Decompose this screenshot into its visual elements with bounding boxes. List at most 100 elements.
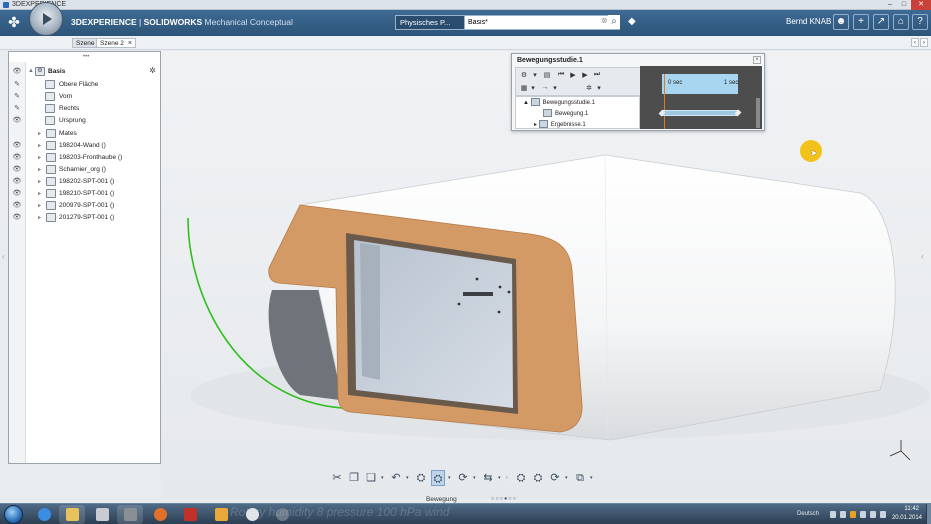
- visibility-icon[interactable]: 👁: [12, 189, 22, 197]
- taskbar-explorer-icon[interactable]: [59, 505, 85, 524]
- expand-icon[interactable]: ▸: [38, 214, 41, 221]
- action-bar-page-dots[interactable]: ○○○●○○: [491, 496, 517, 502]
- play-icon[interactable]: ▶: [568, 71, 578, 79]
- maximize-button[interactable]: □: [897, 0, 911, 10]
- tree-item[interactable]: 👁 ▸ 200979-SPT-001 (): [9, 200, 160, 212]
- cut-icon[interactable]: ✂: [330, 470, 344, 486]
- visibility-icon[interactable]: 👁: [12, 141, 22, 149]
- tray-icon[interactable]: [850, 511, 856, 518]
- panel-handle-icon[interactable]: •••: [83, 54, 89, 60]
- dropdown-icon[interactable]: ▾: [528, 84, 538, 92]
- tree-item[interactable]: 👁 ▸ Scharnier_org (): [9, 164, 160, 176]
- search-icon[interactable]: ⌕: [608, 15, 620, 29]
- search-clear-icon[interactable]: ⊗: [601, 16, 608, 25]
- undo-icon[interactable]: ↶: [389, 470, 403, 486]
- share-icon[interactable]: ↗: [873, 14, 889, 30]
- dropdown-arrow-icon[interactable]: ▾: [473, 470, 478, 488]
- tree-item[interactable]: ✎ Rechts: [9, 103, 160, 115]
- network-icon[interactable]: [870, 511, 876, 518]
- home-icon[interactable]: ⌂: [893, 14, 909, 30]
- motion-active-icon[interactable]: ⛭: [431, 470, 445, 486]
- dropdown-arrow-icon[interactable]: ▾: [498, 470, 503, 488]
- tree-item[interactable]: 👁 Ursprung: [9, 115, 160, 127]
- taskbar-firefox-icon[interactable]: [147, 505, 173, 524]
- expand-icon[interactable]: ▸: [38, 130, 41, 137]
- search-input[interactable]: [465, 15, 620, 30]
- visibility-icon[interactable]: ✎: [12, 80, 22, 88]
- tab-szene-2[interactable]: Szene 2 ×: [96, 38, 136, 48]
- visibility-icon[interactable]: 👁: [12, 201, 22, 209]
- tree-root-basis[interactable]: 👁 ▲ ⚙ Basis: [9, 66, 160, 78]
- clock-time[interactable]: 11:42: [904, 506, 919, 512]
- motion-tree-row[interactable]: Bewegung.1: [543, 109, 588, 120]
- motion-icon[interactable]: ⛭: [414, 470, 428, 486]
- expand-icon[interactable]: ▸: [38, 202, 41, 209]
- expand-icon[interactable]: ▸: [38, 154, 41, 161]
- right-edge-chevron-icon[interactable]: ‹: [921, 252, 924, 261]
- visibility-icon[interactable]: 👁: [12, 213, 22, 221]
- tag-icon[interactable]: ◆: [628, 16, 636, 27]
- taskbar-ie-icon[interactable]: [31, 505, 57, 524]
- dropdown-arrow-icon[interactable]: ▾: [381, 470, 386, 488]
- dropdown-arrow-icon[interactable]: ▾: [448, 470, 453, 488]
- collapse-icon[interactable]: ▲: [523, 100, 529, 106]
- assembly-icon[interactable]: ⛭: [514, 470, 528, 486]
- motion-type-icon[interactable]: ⚙: [519, 71, 529, 79]
- dropdown-arrow-icon[interactable]: ▾: [590, 470, 595, 488]
- keyframe-start[interactable]: [658, 109, 666, 117]
- close-tab-icon[interactable]: ×: [128, 40, 132, 47]
- tree-item[interactable]: ✎ Vorn: [9, 91, 160, 103]
- tree-item[interactable]: 👁 ▸ 198202-SPT-001 (): [9, 176, 160, 188]
- tree-item[interactable]: 👁 ▸ 201279-SPT-001 (): [9, 212, 160, 224]
- nav-prev-icon[interactable]: ‹: [911, 38, 919, 47]
- visibility-icon[interactable]: 👁: [12, 177, 22, 185]
- axis-triad[interactable]: [888, 438, 914, 464]
- link-icon[interactable]: ⇆: [481, 470, 495, 486]
- close-panel-icon[interactable]: ×: [753, 56, 761, 64]
- keyframe-end[interactable]: [734, 109, 742, 117]
- expand-icon[interactable]: ▸: [534, 122, 537, 128]
- playback-mode-icon[interactable]: →: [540, 84, 550, 91]
- user-avatar-icon[interactable]: ☻: [833, 14, 849, 30]
- dropdown-icon[interactable]: ▾: [550, 84, 560, 92]
- expand-icon[interactable]: ▸: [38, 190, 41, 197]
- dropdown-arrow-icon[interactable]: ▾: [406, 470, 411, 488]
- taskbar-solidworks-icon[interactable]: [177, 505, 203, 524]
- copy-icon[interactable]: ❐: [347, 470, 361, 486]
- more-arrow-icon[interactable]: ›: [506, 470, 511, 488]
- timeline-scrollbar[interactable]: [756, 98, 760, 128]
- timeline-cursor[interactable]: [664, 74, 665, 129]
- expand-icon[interactable]: ▸: [38, 142, 41, 149]
- rotate2-icon[interactable]: ⟳: [548, 470, 562, 486]
- minimize-button[interactable]: –: [883, 0, 897, 10]
- clock-date[interactable]: 20.01.2014: [892, 515, 922, 521]
- tray-icon[interactable]: [840, 511, 846, 518]
- search-scope-dropdown[interactable]: Physisches P...: [395, 15, 465, 30]
- visibility-icon[interactable]: 👁: [12, 116, 22, 124]
- eye-icon[interactable]: 👁: [12, 67, 22, 75]
- skip-start-icon[interactable]: ⏮: [556, 71, 566, 79]
- settings-gear-icon[interactable]: ✲: [584, 84, 594, 92]
- taskbar-app-icon[interactable]: [89, 505, 115, 524]
- visibility-icon[interactable]: ✎: [12, 104, 22, 112]
- close-window-button[interactable]: ✕: [911, 0, 931, 10]
- visibility-icon[interactable]: 👁: [12, 165, 22, 173]
- timeline[interactable]: 0 sec 1 sec: [640, 66, 762, 129]
- add-icon[interactable]: +: [853, 14, 869, 30]
- motion-keyframe-bar[interactable]: [658, 109, 742, 117]
- tray-icon[interactable]: [860, 511, 866, 518]
- motion-tree-row[interactable]: ▸ Ergebnisse.1: [534, 120, 586, 131]
- collapse-icon[interactable]: ▲: [28, 68, 34, 74]
- 3ds-logo-icon[interactable]: ✤: [5, 13, 23, 31]
- expand-icon[interactable]: ▸: [38, 166, 41, 173]
- expand-icon[interactable]: ▸: [38, 178, 41, 185]
- dropdown-icon[interactable]: ▾: [594, 84, 604, 92]
- mate-icon[interactable]: ⛭: [531, 470, 545, 486]
- user-name[interactable]: Bernd KNAB: [786, 17, 831, 26]
- dropdown-arrow-icon[interactable]: ▾: [565, 470, 570, 488]
- dropdown-icon[interactable]: ▾: [530, 71, 540, 79]
- compass-widget[interactable]: [29, 2, 63, 36]
- rotate-icon[interactable]: ⟳: [456, 470, 470, 486]
- tree-item[interactable]: 👁 ▸ 198204-Wand (): [9, 140, 160, 152]
- left-edge-chevron-icon[interactable]: ‹: [2, 252, 5, 261]
